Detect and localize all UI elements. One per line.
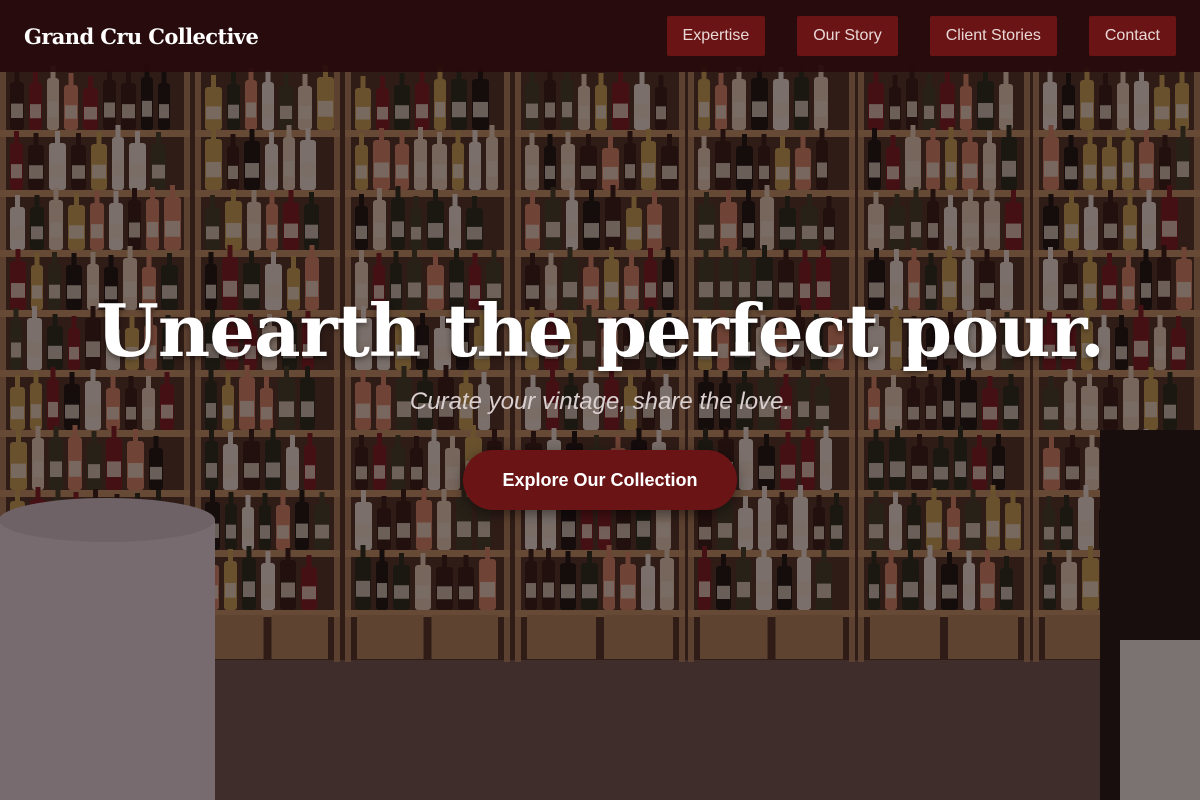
hero-section: Unearth the perfect pour. Curate your vi… [0,0,1200,800]
hero-subtitle: Curate your vintage, share the love. [409,388,791,415]
explore-collection-button[interactable]: Explore Our Collection [463,450,737,510]
landing-page: Grand Cru Collective Expertise Our Story… [0,0,1200,800]
hero-title: Unearth the perfect pour. [96,288,1105,373]
